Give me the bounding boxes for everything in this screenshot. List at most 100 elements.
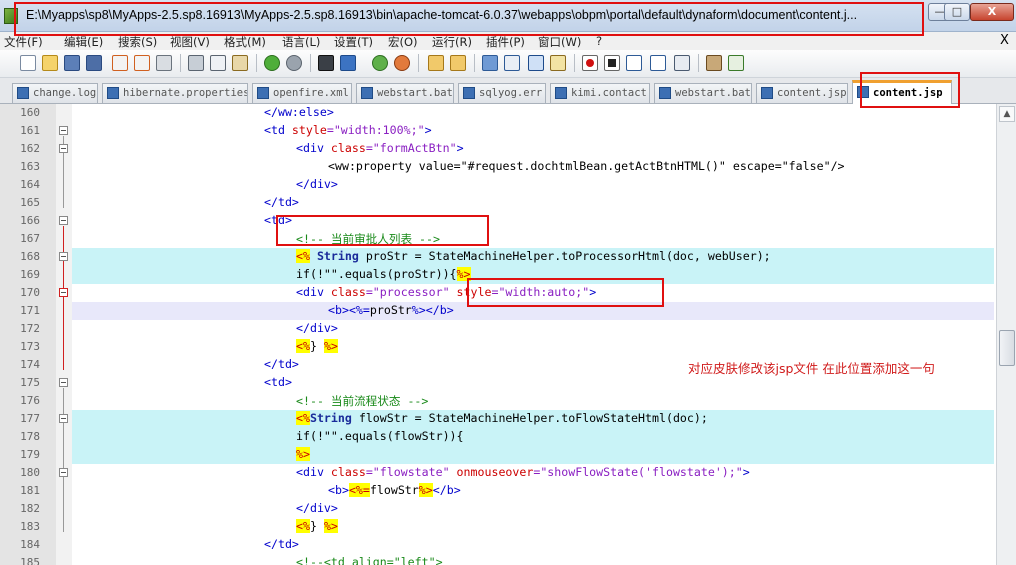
code-text: ="showFlowState('flowstate');"	[533, 465, 743, 479]
line-number: 169	[20, 268, 40, 281]
replace-icon[interactable]	[340, 55, 356, 71]
maximize-button[interactable]: □	[944, 3, 970, 21]
file-saved-icon	[659, 87, 671, 99]
close-window-button[interactable]: X	[970, 3, 1014, 21]
save-macro-icon[interactable]	[674, 55, 690, 71]
play-macro-icon[interactable]	[626, 55, 642, 71]
fold-toggle[interactable]	[59, 414, 68, 423]
code-editor[interactable]: 160 </ww:else> 161 <td style="width:100%…	[0, 104, 996, 565]
tab-content-jsp[interactable]: content.jsp	[756, 83, 848, 103]
tab-sqlyog-err[interactable]: sqlyog.err	[458, 83, 546, 103]
scrollbar-thumb[interactable]	[999, 330, 1015, 366]
line-number: 170	[20, 286, 40, 299]
close-all-icon[interactable]	[134, 55, 150, 71]
tab-hibernate-properties[interactable]: hibernate.properties	[102, 83, 248, 103]
menu-window[interactable]: 窗口(W)	[538, 34, 581, 50]
fold-toggle[interactable]	[59, 126, 68, 135]
tab-label: content.jsp	[873, 87, 943, 99]
close-file-icon[interactable]	[112, 55, 128, 71]
tab-kimi-contact[interactable]: kimi.contact	[550, 83, 650, 103]
menu-run[interactable]: 运行(R)	[432, 34, 472, 50]
line-number: 185	[20, 556, 40, 565]
code-line: 182 </div>	[0, 500, 996, 518]
code-text: %>	[418, 483, 433, 497]
code-text: class	[323, 285, 366, 299]
code-text: <%	[296, 519, 310, 533]
tab-label: webstart.bat	[675, 87, 751, 99]
tab-label: sqlyog.err	[479, 87, 543, 99]
menu-search[interactable]: 搜索(S)	[118, 34, 157, 50]
zoom-in-icon[interactable]	[372, 55, 388, 71]
fold-toggle[interactable]	[59, 288, 68, 297]
close-document-button[interactable]: X	[1000, 33, 1009, 48]
menu-plugins[interactable]: 插件(P)	[486, 34, 525, 50]
print-icon[interactable]	[156, 55, 172, 71]
zoom-out-icon[interactable]	[394, 55, 410, 71]
find-icon[interactable]	[318, 55, 334, 71]
menu-language[interactable]: 语言(L)	[282, 34, 320, 50]
save-all-icon[interactable]	[86, 55, 102, 71]
file-saved-icon	[257, 87, 269, 99]
show-all-chars-icon[interactable]	[504, 55, 520, 71]
fold-toggle[interactable]	[59, 468, 68, 477]
cut-icon[interactable]	[188, 55, 204, 71]
indent-guide-icon[interactable]	[528, 55, 544, 71]
menu-file[interactable]: 文件(F)	[4, 34, 43, 50]
menu-edit[interactable]: 编辑(E)	[64, 34, 103, 50]
line-number: 166	[20, 214, 40, 227]
menu-view[interactable]: 视图(V)	[170, 34, 210, 50]
save-icon[interactable]	[64, 55, 80, 71]
fold-toggle[interactable]	[59, 378, 68, 387]
new-file-icon[interactable]	[20, 55, 36, 71]
fold-toggle[interactable]	[59, 216, 68, 225]
vertical-scrollbar[interactable]: ▲	[996, 104, 1016, 565]
code-comment: <!--<td align="left">	[296, 555, 443, 565]
code-text: </b>	[425, 303, 454, 317]
toolbar-separator	[256, 54, 257, 72]
code-line: 179 %>	[0, 446, 996, 464]
code-text: String	[309, 249, 359, 263]
code-text: String	[309, 411, 352, 425]
redo-icon[interactable]	[286, 55, 302, 71]
code-text: ="processor"	[365, 285, 450, 299]
tab-label: openfire.xml	[273, 87, 349, 99]
notepad-plus-plus-icon[interactable]	[4, 8, 18, 24]
code-line: 183 <%} %>	[0, 518, 996, 536]
code-text: >	[742, 465, 750, 479]
stop-macro-icon[interactable]	[604, 55, 620, 71]
line-number: 168	[20, 250, 40, 263]
menu-help[interactable]: ?	[596, 34, 602, 48]
code-line: 177 <%String flowStr = StateMachineHelpe…	[0, 410, 996, 428]
scroll-up-arrow-icon[interactable]: ▲	[999, 106, 1015, 122]
menu-macro[interactable]: 宏(O)	[388, 34, 418, 50]
undo-icon[interactable]	[264, 55, 280, 71]
code-line: 162 <div class="formActBtn">	[0, 140, 996, 158]
fold-toggle[interactable]	[59, 144, 68, 153]
tab-openfire-xml[interactable]: openfire.xml	[252, 83, 352, 103]
paste-icon[interactable]	[232, 55, 248, 71]
tab-webstart-bat[interactable]: webstart.bat	[356, 83, 454, 103]
code-text: <td	[264, 123, 285, 137]
line-number: 164	[20, 178, 40, 191]
doc-map-icon[interactable]	[550, 55, 566, 71]
tab-webstart-bat-2[interactable]: webstart.bat	[654, 83, 752, 103]
spellcheck-icon[interactable]	[728, 55, 744, 71]
menu-settings[interactable]: 设置(T)	[334, 34, 373, 50]
trim-icon[interactable]	[706, 55, 722, 71]
open-file-icon[interactable]	[42, 55, 58, 71]
sync-v-icon[interactable]	[428, 55, 444, 71]
sync-h-icon[interactable]	[450, 55, 466, 71]
tab-content-jsp-active[interactable]: content.jsp	[852, 80, 952, 104]
tab-change-log[interactable]: change.log	[12, 83, 98, 103]
code-text: }	[309, 339, 324, 353]
run-macro-multiple-icon[interactable]	[650, 55, 666, 71]
line-number: 172	[20, 322, 40, 335]
code-text: proStr = StateMachineHelper.toProcessorH…	[358, 249, 771, 263]
toolbar	[0, 50, 1016, 78]
copy-icon[interactable]	[210, 55, 226, 71]
menu-format[interactable]: 格式(M)	[224, 34, 266, 50]
record-macro-icon[interactable]	[582, 55, 598, 71]
code-line: 169 if(!"".equals(proStr)){%>	[0, 266, 996, 284]
word-wrap-icon[interactable]	[482, 55, 498, 71]
fold-toggle[interactable]	[59, 252, 68, 261]
